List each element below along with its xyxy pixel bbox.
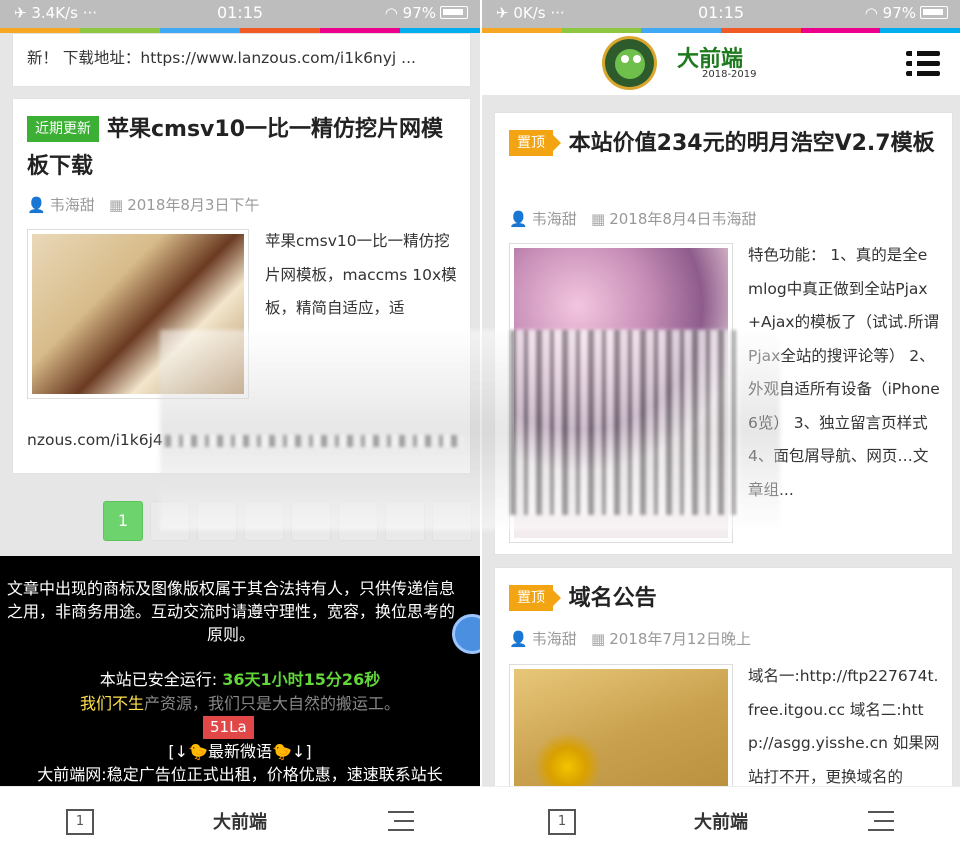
previous-post-text: 新！ 下载地址：https://www.lanzous.com/i1k6nyj … — [27, 49, 416, 67]
post-excerpt: 域名一:http://ftp227674t.free.itgou.cc 域名二:… — [748, 667, 940, 786]
calendar-icon: ▦ — [591, 210, 606, 228]
user-icon: 👤 — [509, 210, 528, 228]
calendar-icon: ▦ — [591, 630, 606, 648]
battery-icon — [920, 6, 948, 19]
recent-update-tag: 近期更新 — [27, 116, 99, 142]
uptime-value: 36天1小时15分26秒 — [222, 670, 381, 689]
site-header: 大前端 2018-2019 — [482, 33, 960, 95]
battery-percent: 97% — [402, 4, 436, 22]
post-meta: 👤 韦海甜 ▦ 2018年8月4日韦海甜 — [509, 208, 756, 229]
battery-percent: 97% — [882, 4, 916, 22]
user-icon: 👤 — [27, 196, 46, 214]
status-bar: ✈ 3.4K/s ··· 01:15 ◠ 97% — [0, 0, 480, 28]
post-date: 2018年8月3日下午 — [127, 196, 260, 214]
slogan-highlight: 我们不生 — [79, 694, 144, 713]
pinned-tag: 置顶 — [509, 585, 561, 611]
post-author: 韦海甜 — [531, 210, 577, 228]
previous-post-card[interactable]: 新！ 下载地址：https://www.lanzous.com/i1k6nyj … — [12, 33, 471, 87]
pinned-tag: 置顶 — [509, 130, 561, 156]
post-excerpt: 苹果cmsv10一比一精仿挖片网模板，maccms 10x模板，精简自适应，适 — [265, 232, 457, 317]
post-title-block[interactable]: 近期更新 苹果cmsv10一比一精仿挖片网模板下载 — [27, 111, 457, 185]
battery-icon — [440, 6, 468, 19]
slogan-line: 我们不生产资源，我们只是大自然的搬运工。 — [0, 692, 480, 715]
post-thumbnail[interactable] — [509, 664, 733, 804]
post-link-fragment[interactable]: nzous.com/i1k6j4 — [27, 431, 163, 449]
menu-icon[interactable] — [868, 809, 894, 833]
logo-years: 2018-2019 — [702, 69, 757, 80]
page-button-current[interactable]: 1 — [103, 501, 143, 541]
menu-icon[interactable] — [388, 809, 414, 833]
post-title-block[interactable]: 置顶 域名公告 — [509, 580, 941, 617]
wifi-icon: ◠ — [384, 4, 398, 22]
glitch-streak — [165, 435, 465, 447]
weibo-link[interactable]: [↓🐤最新微语🐤↓] — [0, 740, 480, 763]
back-to-top-icon[interactable] — [452, 614, 480, 654]
post-title[interactable]: 本站价值234元的明月浩空V2.7模板 — [569, 131, 935, 156]
uptime-line: 本站已安全运行: 36天1小时15分26秒 — [0, 668, 480, 691]
glitch-overlay — [510, 330, 740, 515]
frog-logo-icon[interactable] — [602, 36, 657, 90]
browser-bottom-bar: 1 大前端 — [0, 786, 480, 852]
ad-notice: 大前端网:稳定广告位正式出租，价格优惠，速速联系站长 — [37, 765, 443, 784]
post-date: 2018年8月4日韦海甜 — [609, 210, 757, 228]
post-author: 韦海甜 — [49, 196, 95, 214]
post-meta: 👤 韦海甜 ▦ 2018年8月3日下午 — [27, 194, 259, 215]
post-card[interactable]: 置顶 域名公告 👤 韦海甜 ▦ 2018年7月12日晚上 域名一:http://ft… — [494, 567, 953, 807]
sunflower-image — [514, 669, 728, 799]
post-meta: 👤 韦海甜 ▦ 2018年7月12日晚上 — [509, 628, 751, 649]
site-footer: 文章中出现的商标及图像版权属于其合法持有人，只供传递信息之用，非商务用途。互动交… — [0, 556, 480, 796]
status-bar: ✈ 0K/s ··· 01:15 ◠ 97% — [482, 0, 960, 28]
post-date: 2018年7月12日晚上 — [609, 630, 752, 648]
uptime-label: 本站已安全运行: — [99, 670, 223, 689]
wifi-icon: ◠ — [864, 4, 878, 22]
post-author: 韦海甜 — [531, 630, 577, 648]
slogan-rest: 产资源，我们只是大自然的搬运工。 — [144, 694, 401, 713]
hamburger-menu-icon[interactable] — [906, 51, 940, 77]
user-icon: 👤 — [509, 630, 528, 648]
post-title-block[interactable]: 置顶 本站价值234元的明月浩空V2.7模板 — [509, 125, 941, 162]
post-title[interactable]: 域名公告 — [569, 586, 657, 611]
copyright-notice: 文章中出现的商标及图像版权属于其合法持有人，只供传递信息之用，非商务用途。互动交… — [6, 579, 455, 644]
browser-bottom-bar: 1 大前端 — [482, 786, 960, 852]
calendar-icon: ▦ — [109, 196, 124, 214]
51la-badge[interactable]: 51La — [203, 716, 254, 739]
